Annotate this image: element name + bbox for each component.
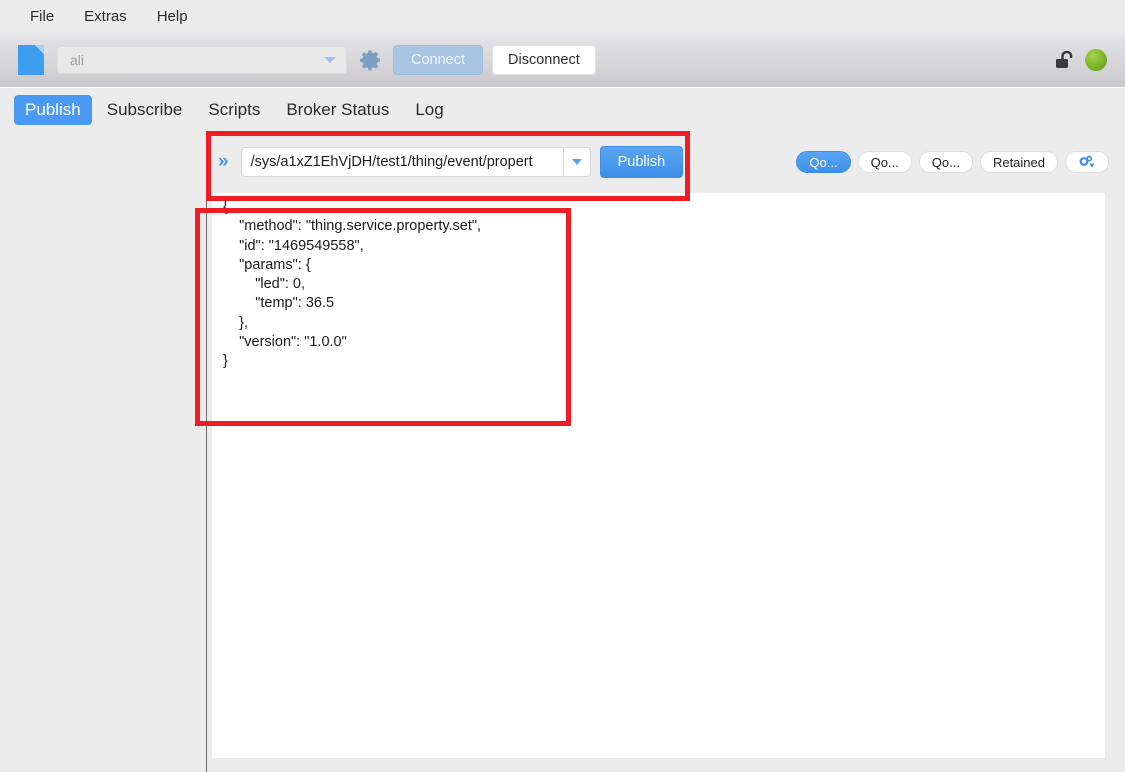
qos1-button[interactable]: Qo... xyxy=(857,151,912,173)
menu-extras[interactable]: Extras xyxy=(72,5,139,28)
connection-settings-button[interactable] xyxy=(359,48,383,72)
publish-button[interactable]: Publish xyxy=(599,146,684,178)
toolbar-status-group xyxy=(1052,47,1111,73)
chevron-down-icon xyxy=(324,56,336,63)
gears-dropdown-icon xyxy=(1079,155,1095,168)
menu-bar: File Extras Help xyxy=(0,0,1125,32)
document-icon[interactable] xyxy=(18,44,44,75)
tab-scripts[interactable]: Scripts xyxy=(197,95,271,125)
publish-payload-text[interactable]: { "method": "thing.service.property.set"… xyxy=(212,193,1105,372)
qos2-button[interactable]: Qo... xyxy=(918,151,973,173)
publish-topic-input[interactable]: /sys/a1xZ1EhVjDH/test1/thing/event/prope… xyxy=(240,147,563,177)
connect-button[interactable]: Connect xyxy=(393,44,484,75)
connection-profile-select[interactable]: ali xyxy=(57,45,347,74)
double-chevron-right-icon[interactable]: » xyxy=(218,151,229,173)
publish-options-group: Qo... Qo... Qo... Retained xyxy=(796,151,1125,173)
unlocked-padlock-icon[interactable] xyxy=(1052,47,1078,73)
menu-help[interactable]: Help xyxy=(145,5,200,28)
publish-button-label: Publish xyxy=(617,154,666,170)
menu-file[interactable]: File xyxy=(18,5,66,28)
tab-log[interactable]: Log xyxy=(404,95,454,125)
tab-subscribe[interactable]: Subscribe xyxy=(96,95,194,125)
publish-topic-value: /sys/a1xZ1EhVjDH/test1/thing/event/prope… xyxy=(250,154,533,170)
tab-publish[interactable]: Publish xyxy=(14,95,92,125)
pane-splitter[interactable] xyxy=(206,186,207,772)
connection-status-dot xyxy=(1085,48,1107,71)
publish-topic-history-dropdown[interactable] xyxy=(562,147,591,177)
tab-broker-status[interactable]: Broker Status xyxy=(275,95,400,125)
publish-topic-row: » /sys/a1xZ1EhVjDH/test1/thing/event/pro… xyxy=(206,131,1125,193)
main-tabbar: Publish Subscribe Scripts Broker Status … xyxy=(0,89,1125,131)
disconnect-button-label: Disconnect xyxy=(508,51,580,68)
chevron-down-icon xyxy=(571,159,582,165)
disconnect-button[interactable]: Disconnect xyxy=(492,44,596,75)
connect-button-label: Connect xyxy=(411,51,466,68)
connection-toolbar: ali Connect Disconnect xyxy=(0,32,1125,88)
retained-button[interactable]: Retained xyxy=(979,151,1058,173)
left-gutter-pane xyxy=(0,131,206,772)
publish-more-options-button[interactable] xyxy=(1065,151,1109,173)
publish-payload-editor[interactable]: { "method": "thing.service.property.set"… xyxy=(212,193,1105,758)
gear-icon xyxy=(360,50,380,70)
qos0-button[interactable]: Qo... xyxy=(796,151,851,173)
connection-profile-value: ali xyxy=(70,51,85,68)
